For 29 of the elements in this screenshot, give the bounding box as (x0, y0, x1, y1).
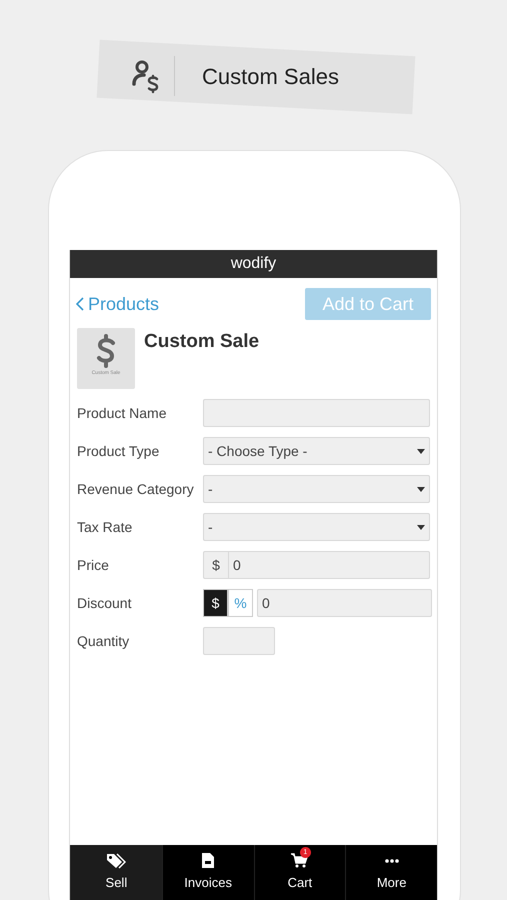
field-label: Product Name (77, 404, 168, 422)
product-title: Custom Sale (144, 330, 260, 354)
field-label: Discount (77, 594, 132, 612)
dropdown[interactable]: - (203, 513, 430, 541)
field-label: Revenue Category (77, 480, 195, 499)
nav-tab[interactable]: Sell (70, 845, 162, 900)
banner-title: Custom Sales (202, 62, 339, 90)
field-label: Quantity (77, 632, 130, 651)
caret-down-icon (417, 486, 425, 492)
person-dollar-icon (130, 58, 160, 94)
more-icon (384, 858, 399, 863)
cart-icon (290, 853, 309, 868)
input-field[interactable] (203, 399, 430, 427)
tags-icon (106, 852, 126, 869)
field-label: Tax Rate (77, 518, 134, 536)
quantity-field[interactable] (203, 627, 275, 655)
caret-down-icon (417, 448, 425, 454)
app-title: wodify (230, 254, 276, 274)
chevron-left-icon (76, 297, 84, 311)
document-icon (202, 853, 214, 868)
caret-down-icon (417, 524, 425, 530)
field-label: Product Type (77, 442, 160, 461)
field-label: Price (77, 556, 110, 574)
dropdown[interactable]: - (203, 475, 430, 503)
dropdown[interactable]: - Choose Type - (203, 437, 430, 465)
price-field[interactable]: $ 0 (203, 551, 430, 579)
discount-field[interactable]: 0 (257, 589, 432, 617)
discount-toggle[interactable]: $ (203, 589, 228, 617)
dollar-icon (96, 334, 116, 368)
